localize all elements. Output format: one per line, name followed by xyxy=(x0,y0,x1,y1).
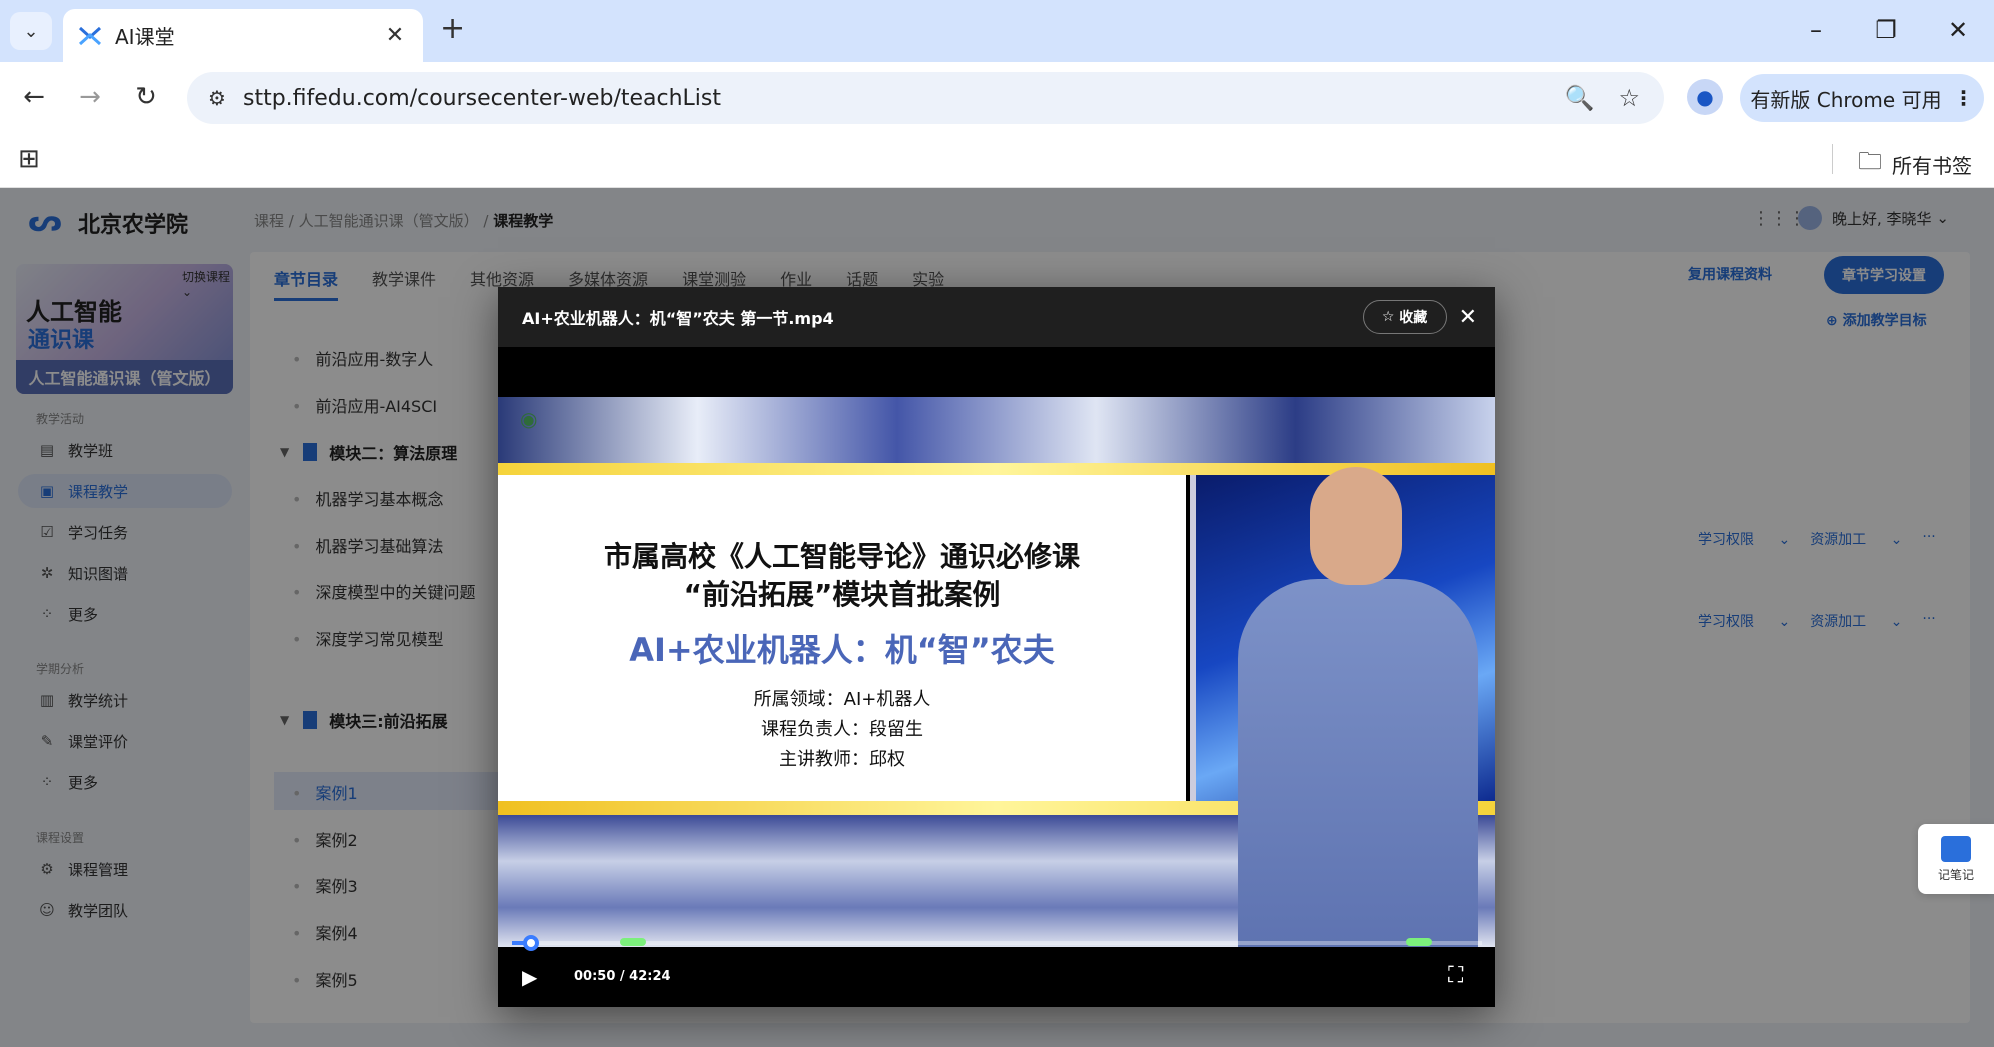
presenter-head xyxy=(1310,467,1402,585)
chrome-update-button[interactable]: 有新版 Chrome 可用 ⋮ xyxy=(1740,74,1984,122)
star-icon: ☆ xyxy=(1381,309,1400,325)
bookmarks-bar: ⊞ 🗀 所有书签 xyxy=(0,132,1994,188)
video-frame[interactable]: ◉ 市属高校《人工智能导论》通识必修课 “前沿拓展”模块首批案例 AI+农业机器… xyxy=(498,347,1495,947)
chapter-marker[interactable] xyxy=(1406,938,1432,946)
new-tab-plus-icon[interactable]: + xyxy=(440,14,465,44)
chrome-update-label: 有新版 Chrome 可用 xyxy=(1750,87,1942,112)
close-icon[interactable]: ✕ xyxy=(1459,305,1477,330)
slide-field: 所属领域：AI+机器人 xyxy=(753,689,931,710)
all-bookmarks-folder[interactable]: 🗀 所有书签 xyxy=(1858,144,1972,185)
browser-tab-bar: ⌄ AI课堂 ✕ + – ❐ ✕ xyxy=(0,0,1994,62)
all-bookmarks-label: 所有书签 xyxy=(1892,154,1972,178)
browser-toolbar: ← → ↻ ⚙ sttp.fifedu.com/coursecenter-web… xyxy=(0,62,1994,132)
tab-close-icon[interactable]: ✕ xyxy=(381,23,409,48)
browser-tab-active[interactable]: AI课堂 ✕ xyxy=(63,9,423,62)
studio-background-top: ◉ xyxy=(498,397,1495,471)
favorite-button[interactable]: ☆ 收藏 xyxy=(1362,300,1447,334)
apps-grid-icon[interactable]: ⊞ xyxy=(18,144,40,174)
restore-icon[interactable]: ❐ xyxy=(1866,12,1906,48)
video-title: AI+农业机器人：机“智”农夫 第一节.mp4 xyxy=(522,309,834,328)
folder-icon: 🗀 xyxy=(1858,147,1882,175)
forward-arrow-icon[interactable]: → xyxy=(72,80,108,114)
chapter-marker[interactable] xyxy=(620,938,646,946)
slide-teacher: 主讲教师：邱权 xyxy=(779,749,905,770)
take-notes-label: 记笔记 xyxy=(1937,867,1974,882)
play-icon[interactable]: ▶ xyxy=(522,965,537,989)
notepad-icon xyxy=(1941,835,1971,862)
window-close-icon[interactable]: ✕ xyxy=(1938,12,1978,48)
video-controls: ▶ 00:50 / 42:24 ⛶ xyxy=(498,935,1495,1007)
zoom-magnifier-icon[interactable]: 🔍 xyxy=(1565,84,1595,112)
site-info-icon[interactable]: ⚙ xyxy=(197,86,237,110)
university-logo-icon: ◉ xyxy=(520,407,538,431)
take-notes-button[interactable]: 记笔记 xyxy=(1918,824,1994,894)
minimize-icon[interactable]: – xyxy=(1796,12,1836,48)
fullscreen-icon[interactable]: ⛶ xyxy=(1448,963,1463,988)
favorite-label: 收藏 xyxy=(1399,310,1428,326)
bookmark-star-icon[interactable]: ☆ xyxy=(1618,84,1640,112)
slide-title-line2: “前沿拓展”模块首批案例 xyxy=(683,578,1001,611)
back-arrow-icon[interactable]: ← xyxy=(16,80,52,114)
time-readout: 00:50 / 42:24 xyxy=(574,969,671,984)
bookmarks-divider xyxy=(1832,144,1833,174)
progress-bar[interactable] xyxy=(512,935,1482,951)
slide-title-line1: 市属高校《人工智能导论》通识必修课 xyxy=(603,540,1080,573)
url-text[interactable]: sttp.fifedu.com/coursecenter-web/teachLi… xyxy=(243,86,1565,111)
progress-handle[interactable] xyxy=(523,935,540,951)
ai-classroom-favicon-icon xyxy=(78,26,102,45)
chrome-menu-kebab-icon[interactable]: ⋮ xyxy=(1954,86,1974,110)
slide-owner: 课程负责人：段留生 xyxy=(761,719,923,740)
reload-icon[interactable]: ↻ xyxy=(128,80,164,114)
tab-title: AI课堂 xyxy=(115,25,175,49)
address-bar[interactable]: ⚙ sttp.fifedu.com/coursecenter-web/teach… xyxy=(187,72,1664,124)
video-modal-header: AI+农业机器人：机“智”农夫 第一节.mp4 ☆ 收藏 ✕ xyxy=(498,287,1495,347)
tab-search-chevron-icon[interactable]: ⌄ xyxy=(10,12,52,50)
presenter-figure xyxy=(1238,579,1478,947)
profile-avatar-icon[interactable]: ● xyxy=(1687,79,1723,115)
slide-subtitle: AI+农业机器人：机“智”农夫 xyxy=(629,631,1055,669)
slide-panel: 市属高校《人工智能导论》通识必修课 “前沿拓展”模块首批案例 AI+农业机器人：… xyxy=(498,475,1186,801)
video-modal: AI+农业机器人：机“智”农夫 第一节.mp4 ☆ 收藏 ✕ ◉ 市属高校《人工… xyxy=(498,287,1495,1007)
